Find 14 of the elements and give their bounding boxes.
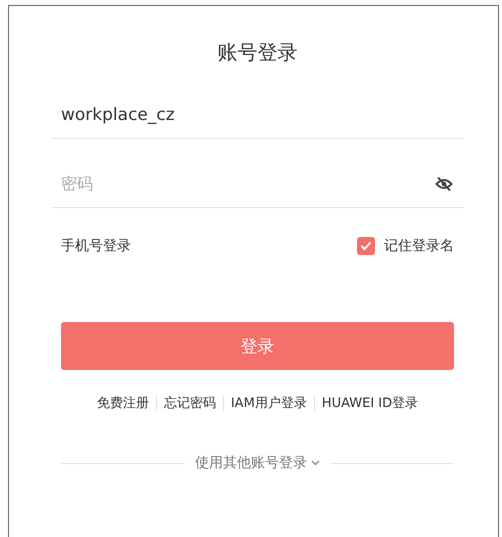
other-login-link[interactable]: 使用其他账号登录: [195, 454, 320, 472]
chevron-down-icon: [311, 460, 320, 466]
remember-checkbox[interactable]: [357, 237, 375, 255]
login-option-link[interactable]: HUAWEI ID登录: [322, 394, 418, 412]
login-option-link[interactable]: IAM用户登录: [230, 394, 307, 412]
username-input[interactable]: workplace_cz: [61, 105, 454, 125]
login-option-link[interactable]: 免费注册: [96, 394, 149, 412]
remember-label: 记住登录名: [384, 237, 454, 255]
password-input[interactable]: 密码: [61, 174, 435, 194]
login-title: 账号登录: [216, 39, 298, 66]
hide-password-icon[interactable]: [435, 176, 453, 192]
phone-login-link[interactable]: 手机号登录: [61, 237, 131, 255]
login-option-link[interactable]: 忘记密码: [164, 394, 216, 412]
check-icon: [360, 241, 372, 251]
